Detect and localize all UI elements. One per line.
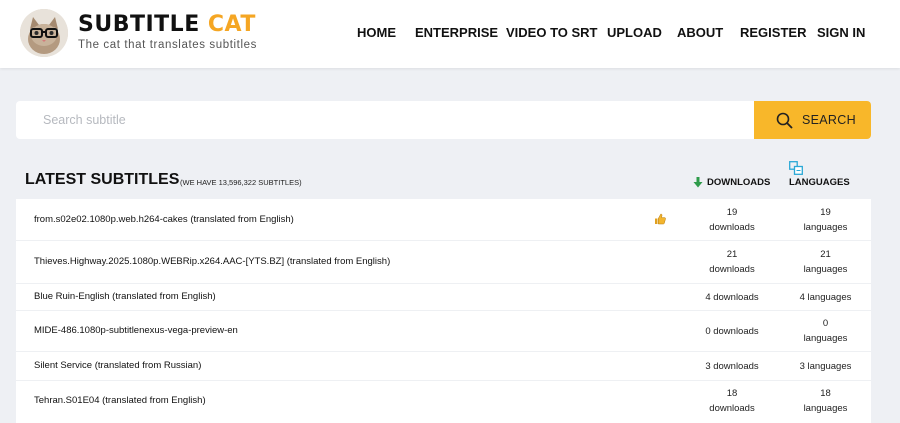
languages-column-header[interactable]: LANGUAGES [789, 177, 850, 188]
table-row[interactable]: Silent Service (translated from Russian)… [16, 352, 871, 381]
search-button-label: SEARCH [802, 113, 856, 127]
nav-home[interactable]: HOME [357, 25, 396, 40]
table-row[interactable]: MIDE-486.1080p-subtitlenexus-vega-previe… [16, 311, 871, 352]
site-header: SUBTITLE CAT The cat that translates sub… [0, 0, 900, 68]
search-input[interactable] [16, 101, 754, 139]
subtitle-count: (WE HAVE 13,596,322 SUBTITLES) [180, 178, 302, 187]
nav-upload[interactable]: UPLOAD [607, 25, 662, 40]
nav-register[interactable]: REGISTER [740, 25, 806, 40]
search-icon [776, 112, 793, 129]
table-row[interactable]: Tehran.S01E04 (translated from English) … [16, 381, 871, 423]
download-arrow-icon [693, 177, 703, 188]
nav-about[interactable]: ABOUT [677, 25, 723, 40]
table-row[interactable]: Blue Ruin-English (translated from Engli… [16, 284, 871, 311]
language-count: 0 languages [803, 318, 848, 344]
language-count: 18 languages [803, 388, 848, 414]
language-count: 21 languages [803, 249, 848, 275]
main-nav: HOME ENTERPRISE VIDEO TO SRT UPLOAD ABOU… [0, 25, 900, 41]
subtitle-title[interactable]: Blue Ruin-English (translated from Engli… [34, 291, 216, 302]
subtitle-title[interactable]: Tehran.S01E04 (translated from English) [34, 395, 206, 406]
search-bar: SEARCH [16, 101, 871, 139]
translate-icon [789, 161, 803, 175]
nav-enterprise[interactable]: ENTERPRISE [415, 25, 498, 40]
nav-video-to-srt[interactable]: VIDEO TO SRT [506, 25, 598, 40]
language-count: 19 languages [803, 207, 848, 233]
nav-sign-in[interactable]: SIGN IN [817, 25, 865, 40]
latest-subtitles-title: LATEST SUBTITLES [25, 171, 180, 188]
language-count: 3 languages [799, 361, 852, 372]
subtitle-title[interactable]: Silent Service (translated from Russian) [34, 360, 201, 371]
subtitle-title[interactable]: Thieves.Highway.2025.1080p.WEBRip.x264.A… [34, 256, 390, 267]
table-row[interactable]: from.s02e02.1080p.web.h264-cakes (transl… [16, 199, 871, 241]
subtitles-table: from.s02e02.1080p.web.h264-cakes (transl… [16, 199, 871, 423]
thumbs-up-icon [655, 213, 666, 225]
subtitle-title[interactable]: from.s02e02.1080p.web.h264-cakes (transl… [34, 214, 294, 225]
table-row[interactable]: Thieves.Highway.2025.1080p.WEBRip.x264.A… [16, 241, 871, 284]
search-button[interactable]: SEARCH [754, 101, 871, 139]
subtitle-title[interactable]: MIDE-486.1080p-subtitlenexus-vega-previe… [34, 325, 238, 336]
language-count: 4 languages [799, 292, 852, 303]
